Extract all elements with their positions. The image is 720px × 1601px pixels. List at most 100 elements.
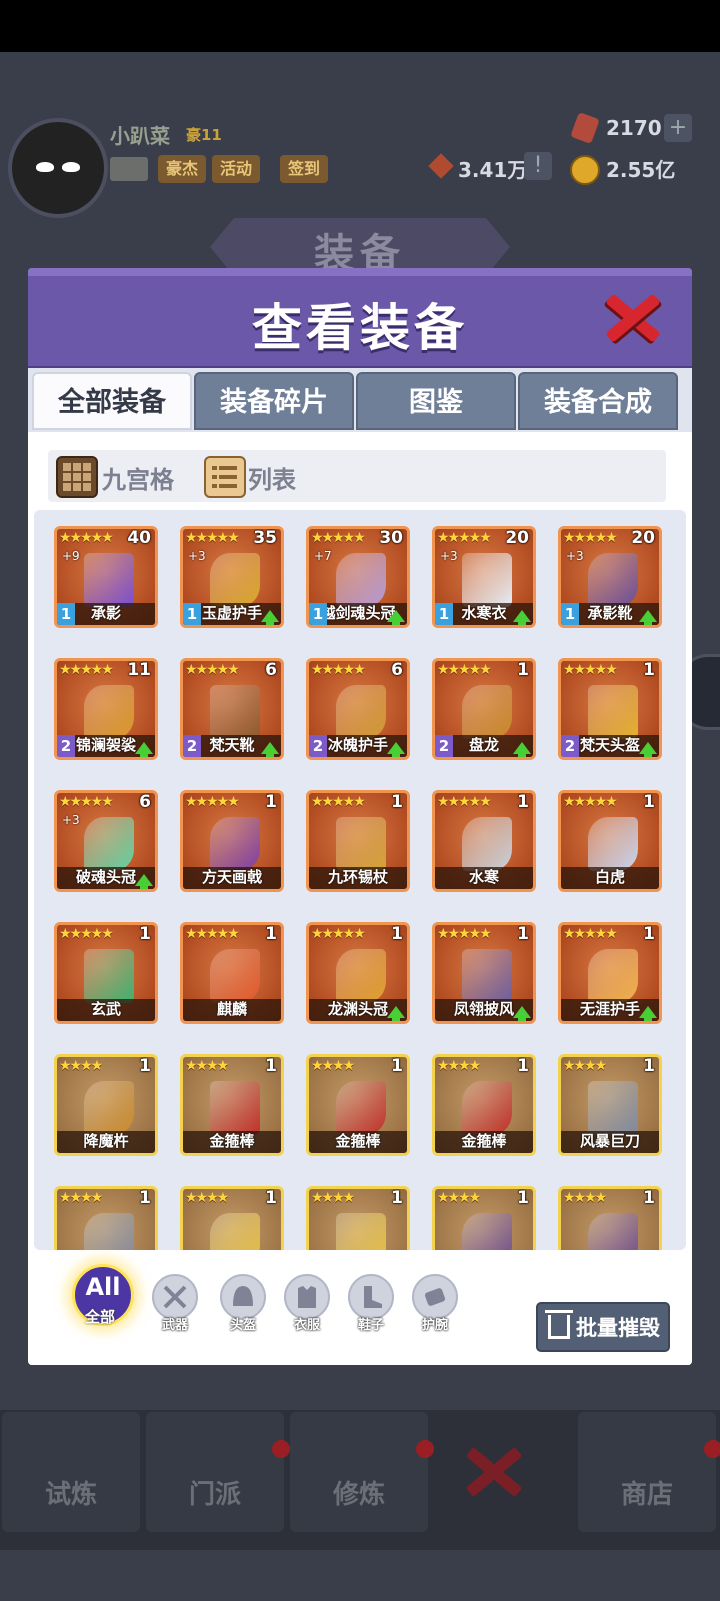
- equipment-art-icon: [462, 817, 512, 871]
- tier-badge: 1: [561, 603, 579, 625]
- star-rating: ★★★★: [59, 1058, 103, 1074]
- player-avatar[interactable]: [8, 118, 108, 218]
- equipment-card[interactable]: ★★★★★ 11 锦澜袈裟 2: [54, 658, 158, 760]
- mail-icon[interactable]: [110, 157, 148, 181]
- equipment-card[interactable]: ★★★★★ 30 +7 越剑魂头冠 1: [306, 526, 410, 628]
- enhance-level: +9: [62, 549, 80, 563]
- nav-sect[interactable]: [146, 1412, 284, 1532]
- equipment-card[interactable]: ★★★★★ 1 凤翎披风: [432, 922, 536, 1024]
- grid-view-icon[interactable]: [56, 456, 98, 498]
- close-icon[interactable]: [604, 288, 662, 346]
- tab-equipment-synthesis[interactable]: 装备合成: [518, 372, 678, 430]
- star-rating: ★★★★★: [59, 926, 114, 942]
- equipment-card[interactable]: ★★★★★ 1 梵天头盔 2: [558, 658, 662, 760]
- equipment-name: 白虎: [594, 868, 625, 886]
- item-count: 1: [517, 792, 529, 812]
- star-rating: ★★★★★: [185, 794, 240, 810]
- nav-close-icon[interactable]: [466, 1444, 522, 1500]
- equipment-card[interactable]: ★★★★★ 1 盘龙 2: [432, 658, 536, 760]
- tier-badge: 2: [561, 735, 579, 757]
- star-rating: ★★★★★: [563, 794, 618, 810]
- dialog-title: 查看装备: [252, 299, 468, 357]
- equipment-card[interactable]: ★★★★ 1 降魔杵: [54, 1054, 158, 1156]
- equipment-art-icon: [336, 817, 386, 871]
- equipment-art-icon: [210, 949, 260, 1003]
- power-value: 3.41万: [458, 158, 528, 182]
- add-gem-button[interactable]: +: [664, 114, 692, 142]
- tab-equipment-fragments[interactable]: 装备碎片: [194, 372, 354, 430]
- upgrade-arrow-icon: [513, 610, 531, 625]
- checkin-button[interactable]: 签到: [280, 155, 329, 183]
- nav-shop[interactable]: [578, 1412, 716, 1532]
- equipment-card[interactable]: ★★★★★ 40 +9 承影 1: [54, 526, 158, 628]
- equipment-card[interactable]: ★★★★★ 6 冰魄护手 2: [306, 658, 410, 760]
- equipment-art-icon: [84, 949, 134, 1003]
- player-rank: 豪11: [186, 126, 222, 144]
- equipment-card[interactable]: ★★★★★ 6 梵天靴 2: [180, 658, 284, 760]
- item-count: 30: [379, 528, 403, 548]
- nav-trial-label: 试炼: [44, 1480, 97, 1510]
- gold-coin-icon: [570, 155, 600, 185]
- equipment-card[interactable]: ★★★★★ 1 玄武: [54, 922, 158, 1024]
- equipment-card[interactable]: ★★★★★ 35 +3 玉虚护手 1: [180, 526, 284, 628]
- star-rating: ★★★★★: [185, 926, 240, 942]
- equipment-card[interactable]: ★★★★★ 20 +3 承影靴 1: [558, 526, 662, 628]
- item-count: 1: [391, 1188, 403, 1208]
- tier-badge: 1: [183, 603, 201, 625]
- power-info-button[interactable]: !: [524, 152, 552, 180]
- equipment-card[interactable]: ★★★★★ 1 无涯护手: [558, 922, 662, 1024]
- item-count: 1: [643, 1056, 655, 1076]
- equipment-card[interactable]: ★★★★ 1 金箍棒: [306, 1054, 410, 1156]
- equipment-card[interactable]: ★★★★ 1: [306, 1186, 410, 1250]
- equipment-card[interactable]: ★★★★★ 1 龙渊头冠: [306, 922, 410, 1024]
- equipment-art-icon: [336, 1213, 386, 1250]
- equipment-card[interactable]: ★★★★ 1: [558, 1186, 662, 1250]
- tab-collection[interactable]: 图鉴: [356, 372, 516, 430]
- hero-button[interactable]: 豪杰: [158, 155, 207, 183]
- list-view-label[interactable]: 列表: [248, 460, 296, 495]
- star-rating: ★★★★★: [563, 530, 618, 546]
- nav-cultivate[interactable]: [290, 1412, 428, 1532]
- tab-bar: 全部装备 装备碎片 图鉴 装备合成: [28, 368, 692, 432]
- enhance-level: +7: [314, 549, 332, 563]
- upgrade-arrow-icon: [135, 742, 153, 757]
- nav-trial[interactable]: [2, 1412, 140, 1532]
- equipment-card[interactable]: ★★★★ 1 金箍棒: [180, 1054, 284, 1156]
- equipment-card[interactable]: ★★★★ 1: [432, 1186, 536, 1250]
- equipment-card[interactable]: ★★★★★ 1 方天画戟: [180, 790, 284, 892]
- star-rating: ★★★★: [185, 1058, 229, 1074]
- grid-view-label[interactable]: 九宫格: [102, 460, 174, 495]
- tier-badge: 2: [309, 735, 327, 757]
- equipment-card[interactable]: ★★★★ 1 金箍棒: [432, 1054, 536, 1156]
- tab-all-equipment[interactable]: 全部装备: [32, 372, 192, 430]
- notification-dot: [272, 1440, 290, 1458]
- equipment-card[interactable]: ★★★★★ 20 +3 水寒衣 1: [432, 526, 536, 628]
- star-rating: ★★★★★: [437, 662, 492, 678]
- filter-all-top-label: All: [85, 1273, 121, 1301]
- equipment-card[interactable]: ★★★★★ 1 九环锡杖: [306, 790, 410, 892]
- equipment-card[interactable]: ★★★★ 1: [54, 1186, 158, 1250]
- item-count: 1: [265, 792, 277, 812]
- equipment-card[interactable]: ★★★★★ 1 水寒: [432, 790, 536, 892]
- item-count: 1: [517, 1056, 529, 1076]
- list-view-icon[interactable]: [204, 456, 246, 498]
- equipment-card[interactable]: ★★★★ 1: [180, 1186, 284, 1250]
- equipment-card[interactable]: ★★★★★ 1 白虎: [558, 790, 662, 892]
- equipment-card[interactable]: ★★★★★ 6 +3 破魂头冠: [54, 790, 158, 892]
- equipment-card[interactable]: ★★★★ 1 风暴巨刀: [558, 1054, 662, 1156]
- view-mode-bar: 九宫格 列表: [48, 450, 666, 502]
- enhance-level: +3: [188, 549, 206, 563]
- enhance-level: +3: [62, 813, 80, 827]
- upgrade-arrow-icon: [387, 742, 405, 757]
- event-button[interactable]: 活动: [212, 155, 261, 183]
- item-count: 40: [127, 528, 151, 548]
- item-count: 1: [139, 924, 151, 944]
- equipment-art-icon: [588, 1081, 638, 1135]
- enhance-level: +3: [440, 549, 458, 563]
- star-rating: ★★★★★: [185, 530, 240, 546]
- star-rating: ★★★★★: [59, 662, 114, 678]
- equipment-card[interactable]: ★★★★★ 1 麒麟: [180, 922, 284, 1024]
- equipment-art-icon: [462, 553, 512, 607]
- item-count: 6: [391, 660, 403, 680]
- bulk-destroy-button[interactable]: 批量摧毁: [536, 1302, 670, 1352]
